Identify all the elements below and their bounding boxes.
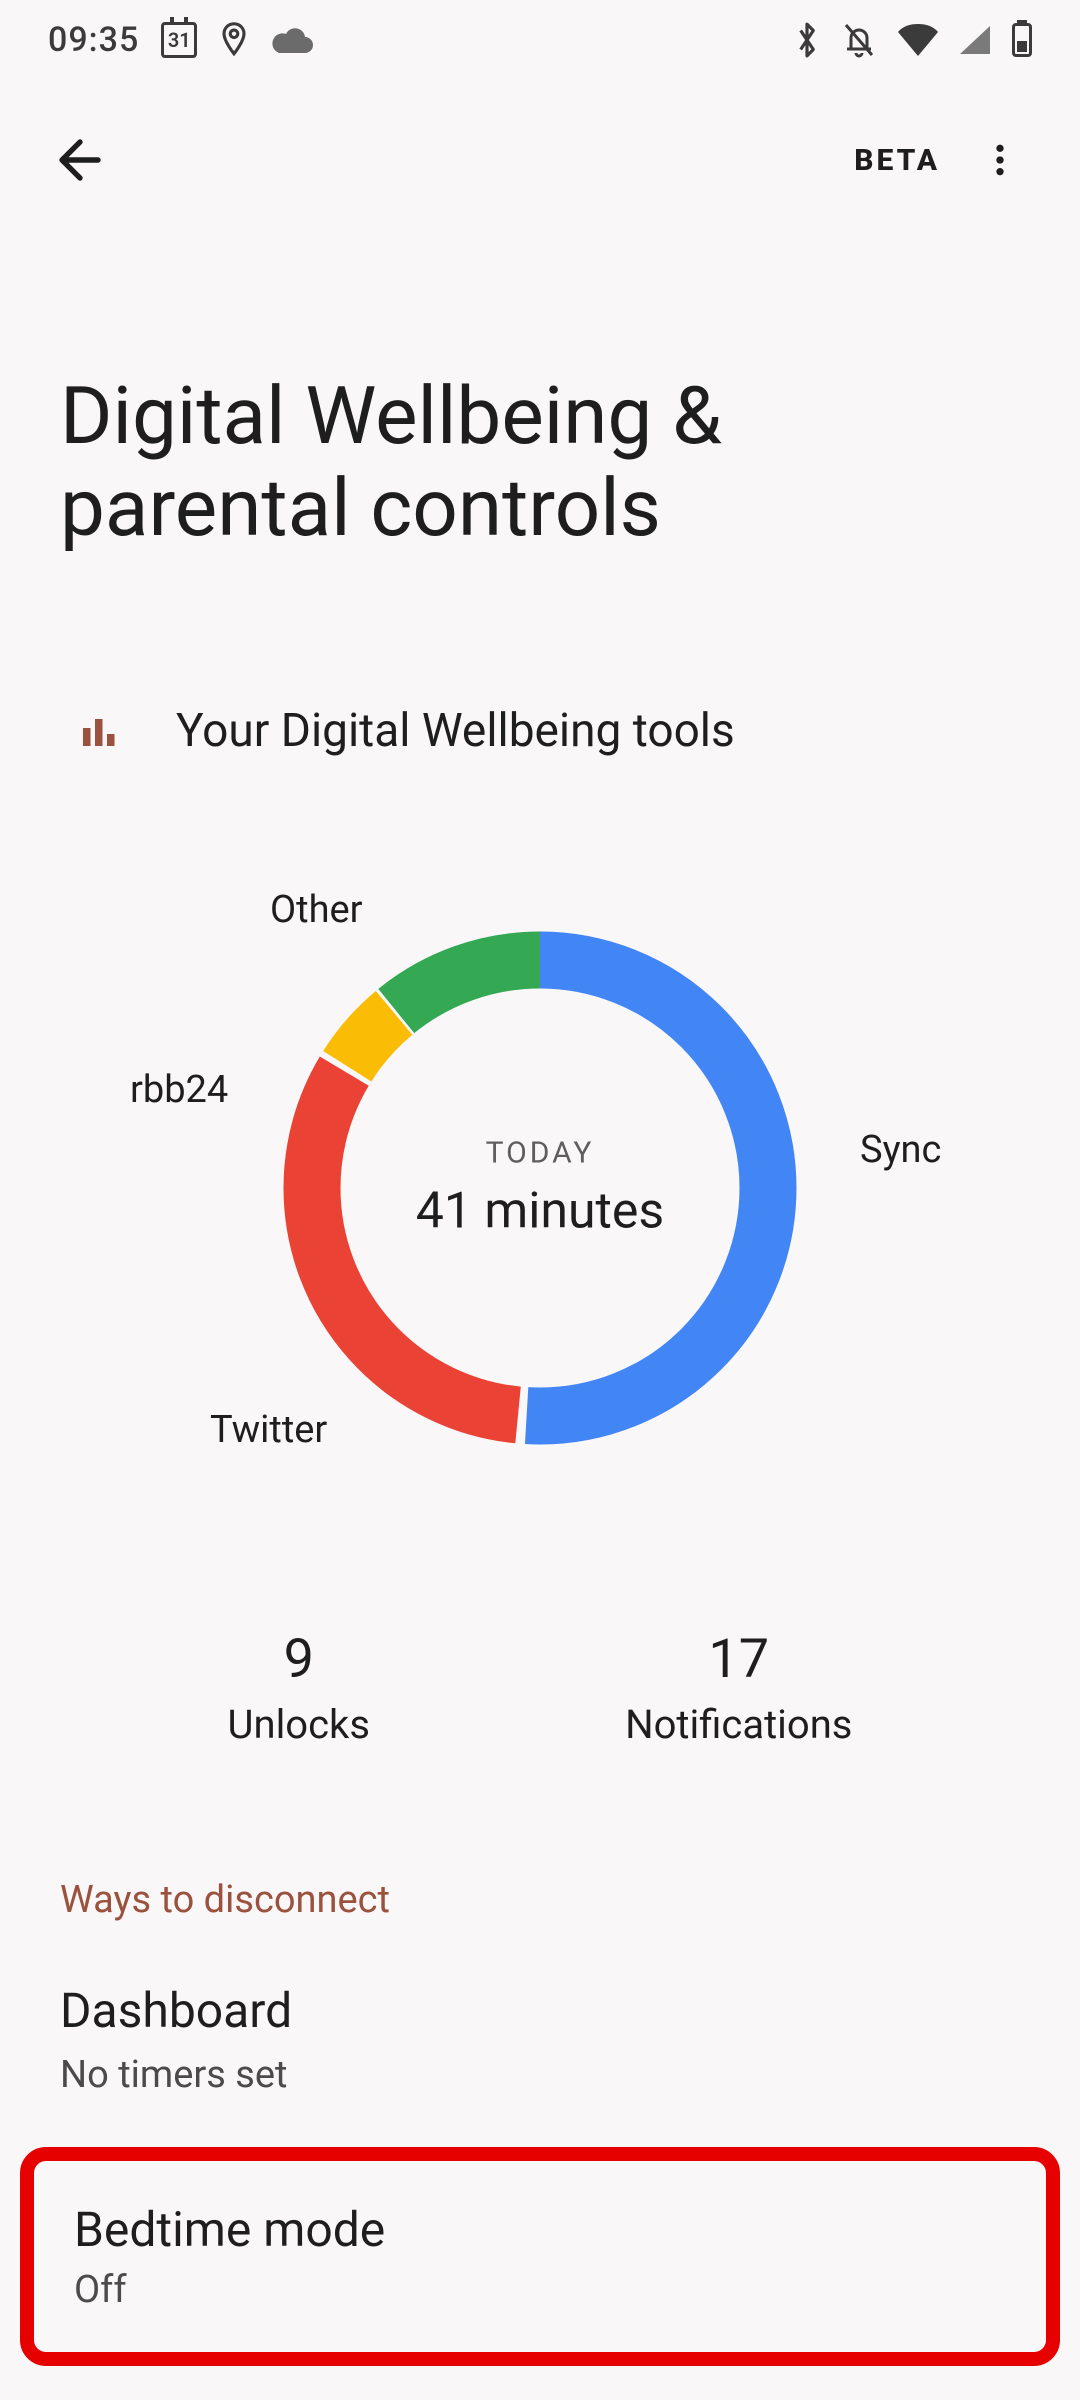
status-clock: 09:35: [48, 20, 139, 60]
wifi-icon: [898, 24, 938, 56]
usage-donut-chart[interactable]: TODAY 41 minutes Other rbb24 Twitter Syn…: [0, 868, 1080, 1508]
stat-unlocks-label: Unlocks: [228, 1701, 370, 1748]
calendar-icon: 31: [161, 22, 197, 58]
stat-notifications-value: 17: [625, 1628, 852, 1691]
arrow-back-icon: [53, 133, 107, 187]
tools-label: Your Digital Wellbeing tools: [176, 704, 735, 758]
calendar-day: 31: [168, 28, 191, 52]
section-ways-to-disconnect: Ways to disconnect: [0, 1748, 1080, 1922]
battery-icon: [1012, 23, 1032, 57]
donut-label-sync: Sync: [860, 1128, 941, 1172]
item-bedtime-mode[interactable]: Bedtime mode Off: [20, 2147, 1060, 2366]
item-dashboard-title: Dashboard: [60, 1982, 1020, 2039]
stats-row: 9 Unlocks 17 Notifications: [0, 1508, 1080, 1748]
status-bar: 09:35 31: [0, 0, 1080, 80]
location-icon: [219, 21, 249, 59]
back-button[interactable]: [40, 120, 120, 200]
donut-today-label: TODAY: [416, 1136, 664, 1171]
more-vert-icon: [980, 140, 1020, 180]
donut-center: TODAY 41 minutes: [416, 1136, 664, 1241]
tools-header[interactable]: Your Digital Wellbeing tools: [0, 554, 1080, 758]
stat-unlocks[interactable]: 9 Unlocks: [228, 1628, 370, 1748]
item-dashboard[interactable]: Dashboard No timers set: [0, 1922, 1080, 2097]
item-dashboard-sub: No timers set: [60, 2053, 1020, 2097]
beta-badge: BETA: [854, 143, 940, 178]
app-bar: BETA: [0, 80, 1080, 200]
more-options-button[interactable]: [960, 120, 1040, 200]
item-bedtime-sub: Off: [74, 2268, 1006, 2312]
donut-label-twitter: Twitter: [210, 1408, 327, 1452]
stat-notifications-label: Notifications: [625, 1701, 852, 1748]
signal-icon: [960, 26, 990, 54]
bar-chart-icon: [80, 713, 116, 749]
donut-label-other: Other: [270, 888, 363, 932]
page-title: Digital Wellbeing & parental controls: [0, 200, 1080, 554]
item-bedtime-title: Bedtime mode: [74, 2201, 1006, 2258]
donut-label-rbb24: rbb24: [130, 1068, 228, 1112]
stat-notifications[interactable]: 17 Notifications: [625, 1628, 852, 1748]
donut-total-value: 41 minutes: [416, 1183, 664, 1241]
dnd-off-icon: [842, 21, 876, 59]
stat-unlocks-value: 9: [228, 1628, 370, 1691]
bluetooth-icon: [794, 21, 820, 59]
cloud-icon: [271, 25, 315, 55]
